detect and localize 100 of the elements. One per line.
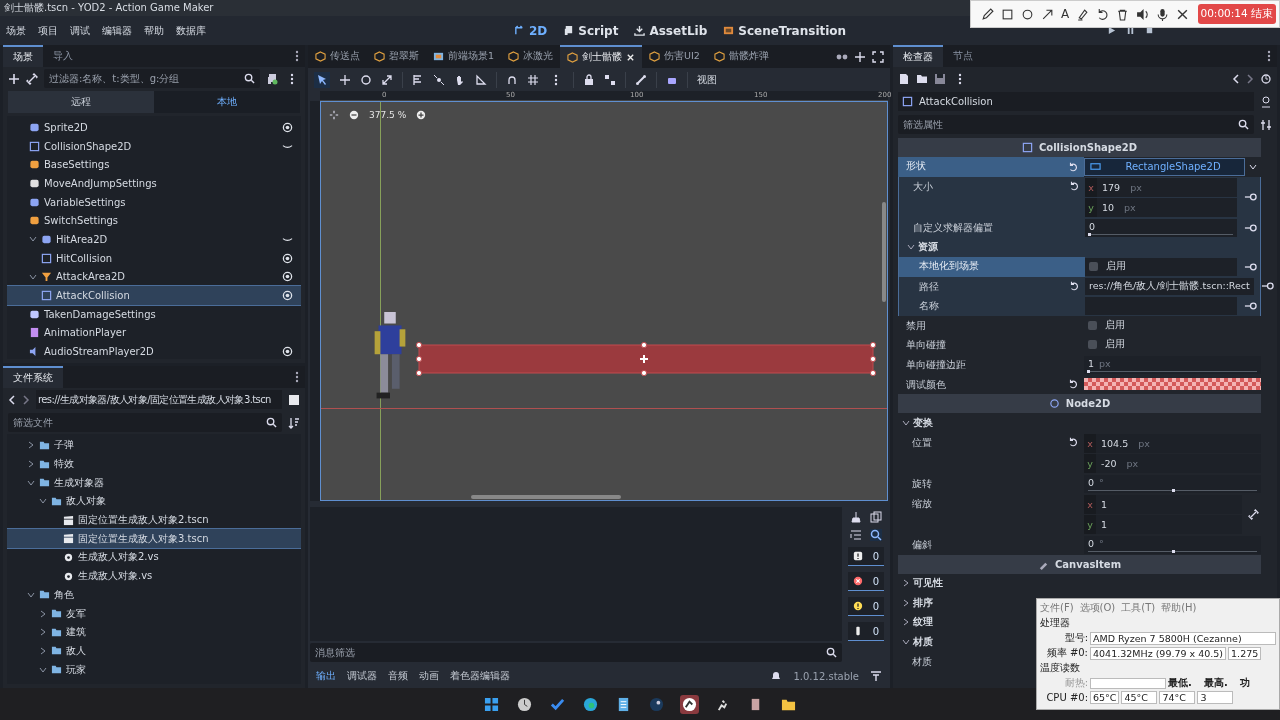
more-icon[interactable] <box>295 371 299 383</box>
key-icon[interactable] <box>1260 282 1274 291</box>
number-slider-field[interactable]: 1 px <box>1084 355 1261 374</box>
vector-component-field[interactable]: y 10 px <box>1085 197 1237 217</box>
broom-icon[interactable] <box>850 511 862 523</box>
menu-item[interactable]: 项目 <box>38 23 58 38</box>
property-group[interactable]: 资源 <box>899 237 938 257</box>
file-tree-item[interactable]: 敌人对象 <box>7 492 301 511</box>
vector-component-field[interactable]: x 104.5 px <box>1084 433 1261 453</box>
message-count-toggle[interactable]: 0 <box>848 622 884 641</box>
rectangle-tool-icon[interactable] <box>1001 7 1014 21</box>
bottom-panel-tab[interactable]: 调试器 <box>347 669 377 683</box>
filter-field[interactable]: 筛选属性 <box>898 115 1254 134</box>
menu-item[interactable]: 工具(T) <box>1121 601 1156 615</box>
vector-component-field[interactable]: y 1 <box>1084 514 1242 534</box>
scene-tree-item[interactable]: VariableSettings <box>7 192 301 212</box>
mode-tab[interactable]: 本地 <box>154 91 300 113</box>
scene-tab[interactable]: 碧翠斯 <box>367 45 426 68</box>
scene-tree-item[interactable]: BaseSettings <box>7 155 301 175</box>
search-icon[interactable] <box>870 529 882 541</box>
microphone-icon[interactable] <box>1156 7 1170 21</box>
stop-recording-button[interactable]: 00:00:14 结束 <box>1197 4 1276 24</box>
scene-tree-item[interactable]: HitCollision <box>7 248 301 268</box>
number-slider-field[interactable]: 0 ° <box>1084 535 1261 554</box>
scene-tab[interactable]: 前端场景1 <box>426 45 502 68</box>
file-tree-item[interactable]: 子弹 <box>7 436 301 455</box>
snap-icon[interactable] <box>506 73 518 86</box>
scene-tab[interactable]: 传送点 <box>308 45 367 68</box>
scene-tree-item[interactable]: HitArea2D <box>7 230 301 249</box>
section-header[interactable]: Node2D <box>898 394 1261 413</box>
vector-component-field[interactable]: x 1 <box>1084 494 1242 514</box>
file-tree-item[interactable]: 生成对象器 <box>7 473 301 493</box>
revert-icon[interactable] <box>1068 378 1078 389</box>
fullscreen-icon[interactable] <box>872 50 884 63</box>
eye-icon[interactable] <box>282 346 293 358</box>
more-icon[interactable] <box>554 73 558 86</box>
arrow-tool-icon[interactable] <box>1041 7 1054 21</box>
text-field[interactable] <box>1085 297 1237 315</box>
scene-tab[interactable]: 冰激光 <box>501 45 561 68</box>
key-icon[interactable] <box>1244 262 1257 271</box>
node-tools-icon[interactable] <box>1260 95 1272 108</box>
new-resource-icon[interactable] <box>898 72 910 85</box>
add-icon[interactable] <box>8 72 20 85</box>
settings-icon[interactable] <box>1260 118 1272 131</box>
bottom-panel-tab[interactable]: 输出 <box>316 669 336 683</box>
close-icon[interactable] <box>626 53 636 62</box>
section-header[interactable]: CollisionShape2D <box>898 138 1261 157</box>
file-tree-item[interactable]: 敌人 <box>7 641 301 661</box>
workspace-tab[interactable]: SceneTransition <box>723 23 847 38</box>
scene-tab[interactable]: 骷髅炸弹 <box>706 45 776 68</box>
more-icon[interactable] <box>290 72 294 85</box>
pivot-tool-icon[interactable] <box>433 73 445 86</box>
eye-icon[interactable] <box>282 121 293 133</box>
text-tool[interactable]: A <box>1061 7 1070 21</box>
file-tree-item[interactable]: 建筑 <box>7 622 301 642</box>
dock-tab[interactable]: 场景 <box>3 45 43 67</box>
more-icon[interactable] <box>1267 50 1271 62</box>
group-icon[interactable] <box>604 73 616 86</box>
copy-icon[interactable] <box>870 511 882 523</box>
number-slider-field[interactable]: 0 <box>1085 218 1237 237</box>
key-icon[interactable] <box>1244 193 1257 201</box>
menu-item[interactable]: 编辑器 <box>102 23 132 38</box>
property-group[interactable]: 排序 <box>898 593 933 613</box>
file-tree-item[interactable]: 固定位置生成敌人对象3.tscn <box>7 529 301 549</box>
eye-icon[interactable] <box>282 252 293 264</box>
property-group[interactable]: 变换 <box>898 413 933 433</box>
checkbox[interactable]: 启用 <box>1085 258 1237 276</box>
back-icon[interactable] <box>1232 72 1240 85</box>
menu-item[interactable]: 调试 <box>70 23 90 38</box>
revert-icon[interactable] <box>1069 280 1079 291</box>
rotate-tool-icon[interactable] <box>360 73 372 86</box>
hand-icon[interactable] <box>454 73 466 86</box>
sort-icon[interactable] <box>288 416 300 429</box>
property-group[interactable]: 材质 <box>898 632 933 652</box>
add-icon[interactable] <box>854 50 866 63</box>
bell-icon[interactable] <box>770 670 783 682</box>
app-icon[interactable] <box>680 694 699 714</box>
zoom-out-icon[interactable] <box>349 110 359 120</box>
scene-tree-item[interactable]: AttackCollision <box>7 286 301 305</box>
scene-tab[interactable]: 伤害UI2 <box>642 45 707 68</box>
grid-icon[interactable] <box>527 73 539 86</box>
bottom-panel-tab[interactable]: 动画 <box>419 669 439 683</box>
scene-tab[interactable]: 剑士骷髅 <box>560 45 643 68</box>
message-count-toggle[interactable]: 0 <box>848 597 884 616</box>
pin-panel-icon[interactable] <box>870 670 882 682</box>
slider-thumb[interactable] <box>1171 488 1175 492</box>
trash-icon[interactable] <box>1116 7 1130 21</box>
section-header[interactable]: CanvasItem <box>898 554 1261 574</box>
scale-tool-icon[interactable] <box>381 73 393 86</box>
play-icon[interactable] <box>1107 26 1116 35</box>
file-tree-item[interactable]: 角色 <box>7 585 301 605</box>
revert-icon[interactable] <box>1068 161 1078 172</box>
link-icon[interactable] <box>1248 508 1259 520</box>
text-field[interactable]: res://角色/敌人/剑士骷髅.tscn::Rect <box>1085 277 1254 295</box>
menu-item[interactable]: 数据库 <box>176 23 206 38</box>
scrollbar[interactable] <box>882 202 886 302</box>
number-slider-field[interactable]: 0 ° <box>1084 474 1261 493</box>
file-tree-item[interactable]: 固定位置生成敌人对象2.tscn <box>7 510 301 530</box>
slider-thumb[interactable] <box>1171 549 1175 553</box>
bone-icon[interactable] <box>635 73 647 86</box>
